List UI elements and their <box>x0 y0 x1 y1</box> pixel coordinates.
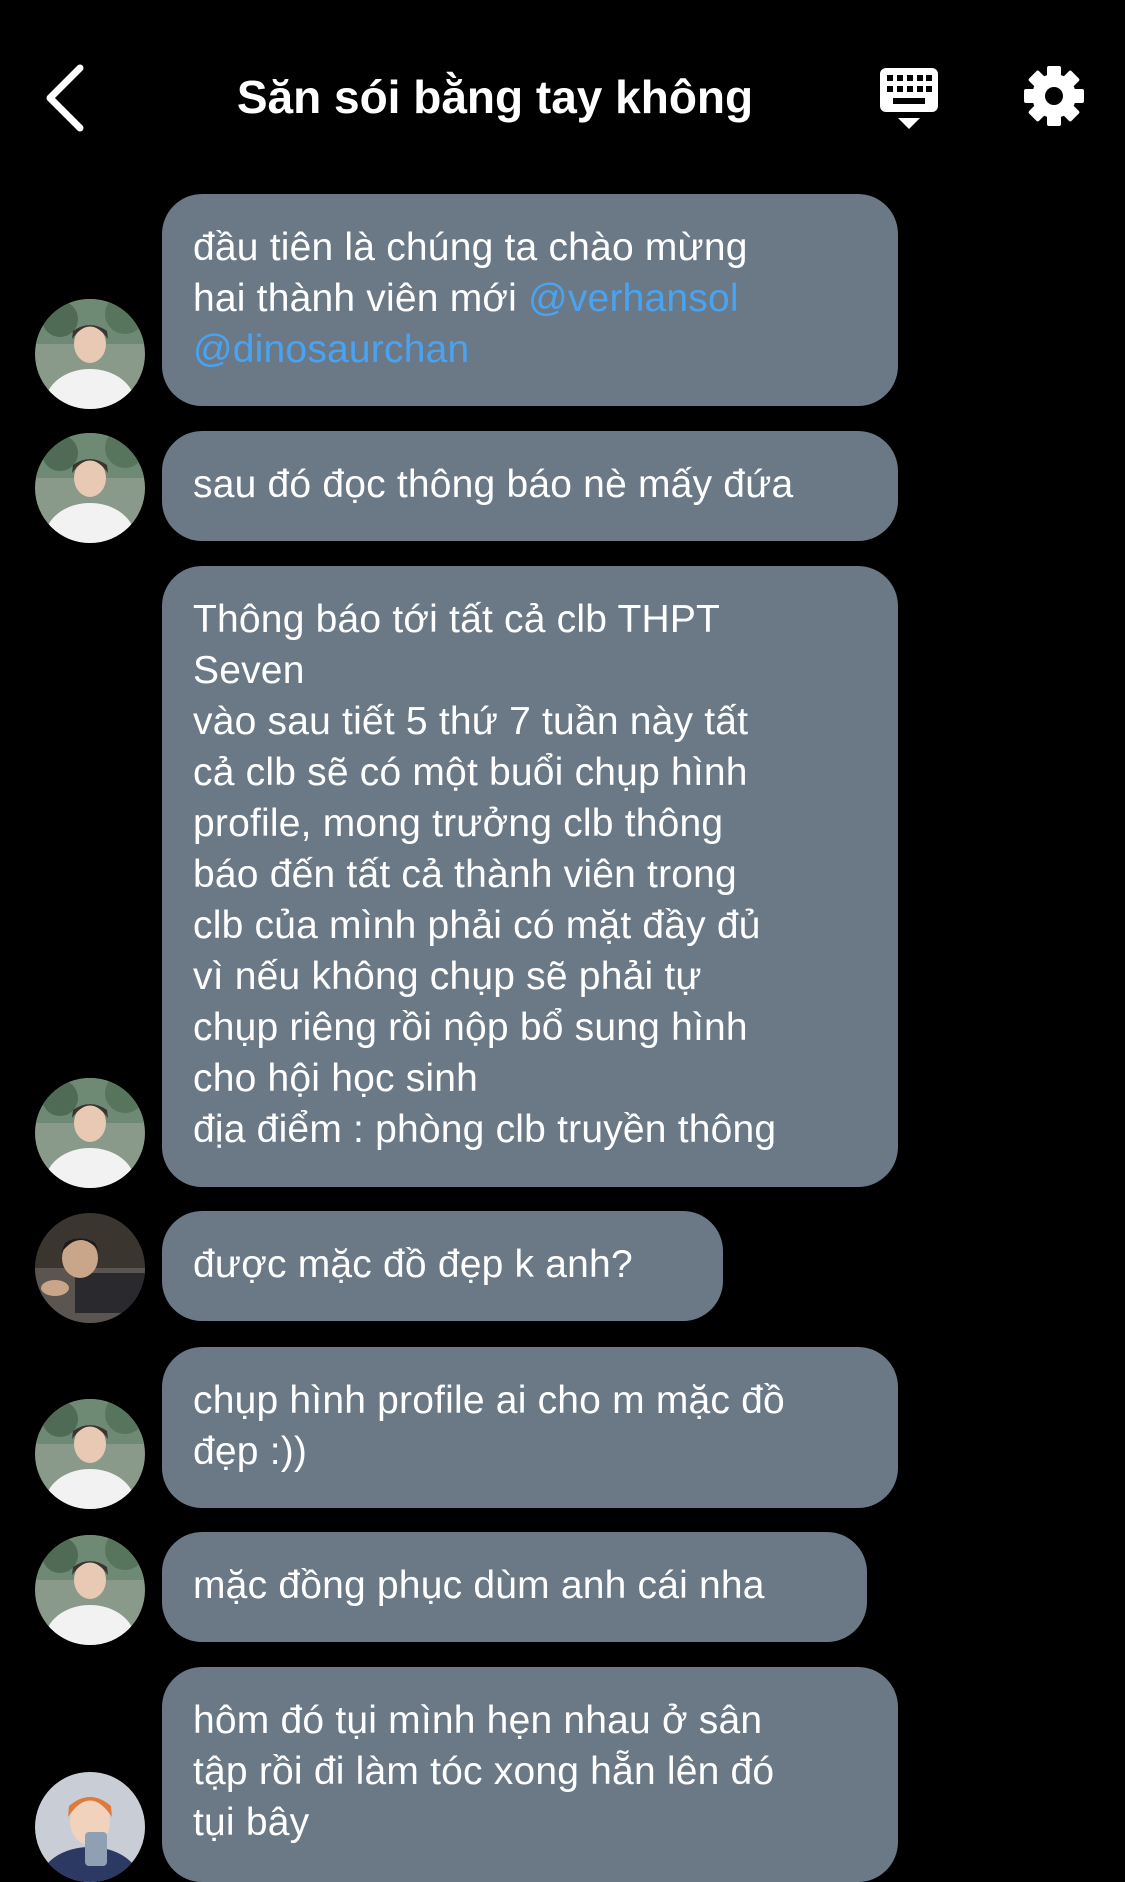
chat-title: Săn sói bằng tay không <box>236 71 754 123</box>
back-button[interactable] <box>38 58 98 138</box>
message-text: đầu tiên là chúng ta chào mừng <box>193 226 748 269</box>
mention-link[interactable]: @dinosaurchan <box>193 328 469 371</box>
message-text: sau đó đọc thông báo nè mấy đứa <box>193 463 794 506</box>
message-bubble: sau đó đọc thông báo nè mấy đứa <box>162 431 898 541</box>
chat-header: Săn sói bằng tay không <box>0 0 1125 190</box>
avatar[interactable] <box>35 433 145 543</box>
mention-link[interactable]: @verhansol <box>528 277 739 320</box>
message-bubble: hôm đó tụi mình hẹn nhau ở sân tập rồi đ… <box>162 1667 898 1882</box>
message-bubble: được mặc đồ đẹp k anh? <box>162 1211 723 1321</box>
message-bubble: chụp hình profile ai cho m mặc đồ đẹp :)… <box>162 1347 898 1508</box>
message-bubble: mặc đồng phục dùm anh cái nha <box>162 1532 867 1642</box>
message-text: hôm đó tụi mình hẹn nhau ở sân tập rồi đ… <box>193 1699 775 1844</box>
avatar[interactable] <box>35 1213 145 1323</box>
avatar[interactable] <box>35 1399 145 1509</box>
message-text: mặc đồng phục dùm anh cái nha <box>193 1564 765 1607</box>
message-text: được mặc đồ đẹp k anh? <box>193 1243 633 1286</box>
message-text: Thông báo tới tất cả clb THPT Seven vào … <box>193 598 777 1151</box>
message-text: hai thành viên mới <box>193 277 529 320</box>
message-bubble: Thông báo tới tất cả clb THPT Seven vào … <box>162 566 898 1187</box>
message-text: chụp hình profile ai cho m mặc đồ đẹp :)… <box>193 1379 785 1473</box>
message-bubble: đầu tiên là chúng ta chào mừng hai thành… <box>162 194 898 406</box>
gear-icon <box>1024 66 1084 126</box>
settings-button[interactable] <box>1022 64 1086 128</box>
keyboard-button[interactable] <box>876 66 942 132</box>
avatar[interactable] <box>35 299 145 409</box>
chevron-left-icon <box>46 64 84 132</box>
avatar[interactable] <box>35 1535 145 1645</box>
avatar[interactable] <box>35 1078 145 1188</box>
keyboard-icon <box>880 68 938 129</box>
avatar[interactable] <box>35 1772 145 1882</box>
